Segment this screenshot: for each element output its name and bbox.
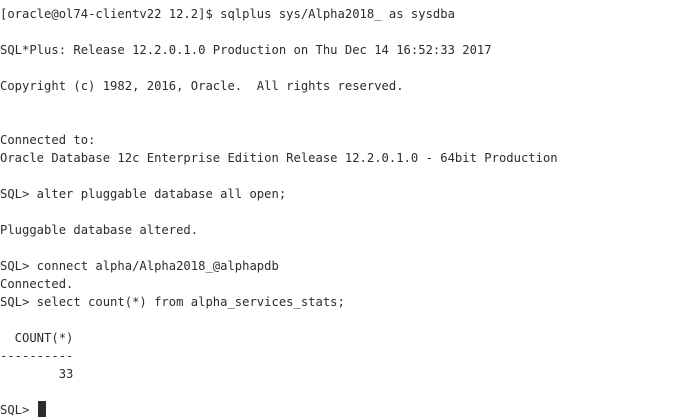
terminal-window[interactable]: - [oracle@ol74-clientv22 12.2]$ sqlplus … [0,0,700,420]
result-value-line: 33 [0,367,74,381]
result-separator-line: ---------- [0,349,74,363]
pluggable-altered-output-line: Pluggable database altered. [0,223,199,237]
cursor-block-icon [37,401,46,417]
shell-command-line: [oracle@ol74-clientv22 12.2]$ sqlplus sy… [0,7,455,21]
copyright-line: Copyright (c) 1982, 2016, Oracle. All ri… [0,79,404,93]
select-count-command-line: SQL> select count(*) from alpha_services… [0,295,345,309]
alter-pluggable-command-line: SQL> alter pluggable database all open; [0,187,287,201]
database-version-line: Oracle Database 12c Enterprise Edition R… [0,151,558,165]
connect-command-line: SQL> connect alpha/Alpha2018_@alphapdb [0,259,279,273]
sqlplus-banner-line: SQL*Plus: Release 12.2.0.1.0 Production … [0,43,492,57]
connected-to-line: Connected to: [0,133,96,147]
connected-output-line: Connected. [0,277,74,291]
result-column-header: COUNT(*) [0,331,74,345]
sql-prompt-label: SQL> [0,403,37,417]
sql-prompt-line[interactable]: SQL> [0,401,46,419]
